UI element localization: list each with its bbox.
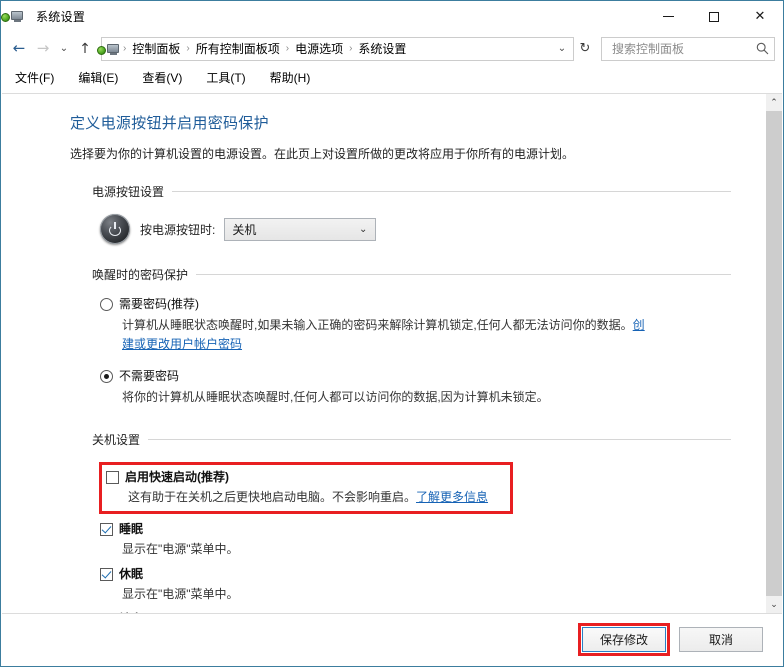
minimize-icon (662, 16, 674, 17)
radio-description: 将你的计算机从睡眠状态唤醒时,任何人都可以访问你的数据,因为计算机未锁定。 (122, 390, 549, 405)
checkbox-hibernate[interactable] (100, 567, 113, 581)
menu-item-view[interactable]: 查看(V) (138, 66, 192, 89)
page-title: 定义电源按钮并启用密码保护 (70, 115, 269, 132)
password-option-require: 需要密码(推荐) 计算机从睡眠状态唤醒时,如果未输入正确的密码来解除计算机锁定,… (100, 297, 765, 353)
checkbox-row-sleep[interactable]: 睡眠 (100, 522, 765, 537)
caption-buttons: ✕ (645, 1, 783, 32)
menu-bar: 文件(F) 编辑(E) 查看(V) 工具(T) 帮助(H) (1, 65, 783, 90)
checkbox-label: 睡眠 (119, 521, 144, 536)
forward-button[interactable]: → (31, 37, 55, 61)
save-button-highlight-box: 保存修改 (578, 623, 670, 656)
vertical-scrollbar[interactable]: ⌃ ⌄ (765, 94, 782, 613)
password-option-none: 不需要密码 将你的计算机从睡眠状态唤醒时,任何人都可以访问你的数据,因为计算机未… (100, 369, 765, 407)
control-panel-window: 系统设置 ✕ ← → ⌄ ↑ › 控制面板 › 所有控制面板项 › 电源选项 ›… (0, 0, 784, 667)
section-divider (196, 274, 731, 275)
search-icon (754, 41, 770, 57)
checkbox-label: 休眠 (119, 566, 144, 581)
up-button[interactable]: ↑ (73, 37, 97, 61)
shutdown-option-hibernate: 休眠 显示在"电源"菜单中。 (100, 567, 765, 603)
address-control-panel-icon (97, 41, 122, 57)
section-title: 电源按钮设置 (92, 185, 165, 199)
maximize-icon (709, 11, 719, 22)
page-description: 选择要为你的计算机设置的电源设置。在此页上对设置所做的更改将应用于你所有的电源计… (70, 147, 575, 161)
content-area: 定义电源按钮并启用密码保护 选择要为你的计算机设置的电源设置。在此页上对设置所做… (2, 93, 782, 613)
breadcrumb-item-1[interactable]: 所有控制面板项 (191, 40, 285, 57)
breadcrumb-item-0[interactable]: 控制面板 (127, 40, 185, 57)
checkbox-description: 显示在"电源"菜单中。 (122, 586, 239, 601)
breadcrumb: 控制面板 › 所有控制面板项 › 电源选项 › 系统设置 (127, 40, 553, 57)
breadcrumb-item-3[interactable]: 系统设置 (353, 40, 411, 57)
section-divider (172, 191, 731, 192)
scrollbar-thumb[interactable] (766, 111, 782, 600)
menu-item-file[interactable]: 文件(F) (11, 66, 64, 89)
checkbox-label: 启用快速启动(推荐) (125, 469, 229, 484)
learn-more-link[interactable]: 了解更多信息 (416, 490, 488, 504)
radio-description: 计算机从睡眠状态唤醒时,如果未输入正确的密码来解除计算机锁定,任何人都无法访问你… (122, 316, 652, 353)
description-text: 这有助于在关机之后更快地启动电脑。不会影响重启。 (128, 489, 417, 504)
footer-bar: 保存修改 取消 (2, 613, 782, 665)
dropdown-value: 关机 (232, 222, 257, 237)
settings-pane: 定义电源按钮并启用密码保护 选择要为你的计算机设置的电源设置。在此页上对设置所做… (2, 94, 765, 613)
control-panel-icon (1, 8, 28, 26)
radio-no-password[interactable] (100, 370, 113, 384)
close-icon: ✕ (754, 9, 766, 24)
radio-row[interactable]: 不需要密码 (100, 369, 765, 384)
section-divider (148, 438, 731, 440)
refresh-icon[interactable]: ↻ (574, 38, 596, 60)
checkbox-fast-startup[interactable] (106, 470, 119, 484)
shutdown-options-list: 启用快速启动(推荐) 这有助于在关机之后更快地启动电脑。不会影响重启。了解更多信… (99, 461, 765, 613)
chevron-down-icon[interactable]: ⌄ (553, 43, 571, 54)
section-title: 唤醒时的密码保护 (92, 268, 189, 282)
chevron-down-icon: ⌄ (358, 223, 368, 235)
checkbox-row-fast-startup[interactable]: 启用快速启动(推荐) (106, 470, 506, 485)
checkbox-sleep[interactable] (100, 522, 113, 536)
fast-startup-highlight-box: 启用快速启动(推荐) 这有助于在关机之后更快地启动电脑。不会影响重启。了解更多信… (99, 461, 513, 514)
checkbox-description: 这有助于在关机之后更快地启动电脑。不会影响重启。了解更多信息 (128, 488, 506, 506)
scroll-up-button[interactable]: ⌃ (766, 94, 782, 111)
section-header-password: 唤醒时的密码保护 (92, 266, 731, 283)
search-input[interactable] (610, 40, 754, 57)
address-bar[interactable]: › 控制面板 › 所有控制面板项 › 电源选项 › 系统设置 ⌄ (97, 36, 574, 61)
power-button-row: 按电源按钮时: 关机 ⌄ (100, 214, 765, 244)
power-icon (100, 214, 130, 244)
window-title: 系统设置 (36, 10, 86, 24)
checkbox-description: 显示在"电源"菜单中。 (122, 541, 239, 556)
scrollbar-track[interactable] (766, 111, 782, 600)
maximize-button[interactable] (691, 1, 737, 32)
section-header-power-button: 电源按钮设置 (92, 183, 731, 200)
radio-label: 不需要密码 (119, 369, 180, 384)
search-box[interactable] (601, 36, 775, 61)
breadcrumb-item-2[interactable]: 电源选项 (290, 40, 348, 57)
radio-row[interactable]: 需要密码(推荐) (100, 297, 765, 312)
radio-label: 需要密码(推荐) (119, 297, 199, 311)
back-button[interactable]: ← (7, 37, 31, 61)
navigation-bar: ← → ⌄ ↑ › 控制面板 › 所有控制面板项 › 电源选项 › 系统设置 ⌄… (1, 32, 783, 65)
menu-item-edit[interactable]: 编辑(E) (74, 66, 128, 89)
menu-item-tools[interactable]: 工具(T) (202, 66, 255, 89)
shutdown-option-sleep: 睡眠 显示在"电源"菜单中。 (100, 522, 765, 558)
menu-item-help[interactable]: 帮助(H) (266, 66, 321, 89)
description-text: 计算机从睡眠状态唤醒时,如果未输入正确的密码来解除计算机锁定,任何人都无法访问你… (122, 318, 633, 332)
save-button[interactable]: 保存修改 (582, 627, 666, 652)
section-header-shutdown: 关机设置 (92, 431, 731, 448)
close-button[interactable]: ✕ (737, 1, 783, 32)
minimize-button[interactable] (645, 1, 691, 32)
title-bar: 系统设置 ✕ (1, 1, 783, 32)
checkbox-row-hibernate[interactable]: 休眠 (100, 567, 765, 582)
power-button-label: 按电源按钮时: (140, 222, 216, 237)
scroll-down-button[interactable]: ⌄ (766, 596, 782, 613)
power-button-action-dropdown[interactable]: 关机 ⌄ (224, 217, 377, 241)
recent-locations-button[interactable]: ⌄ (55, 37, 73, 61)
section-title: 关机设置 (92, 432, 141, 447)
radio-require-password[interactable] (100, 298, 113, 311)
cancel-button[interactable]: 取消 (679, 627, 763, 652)
